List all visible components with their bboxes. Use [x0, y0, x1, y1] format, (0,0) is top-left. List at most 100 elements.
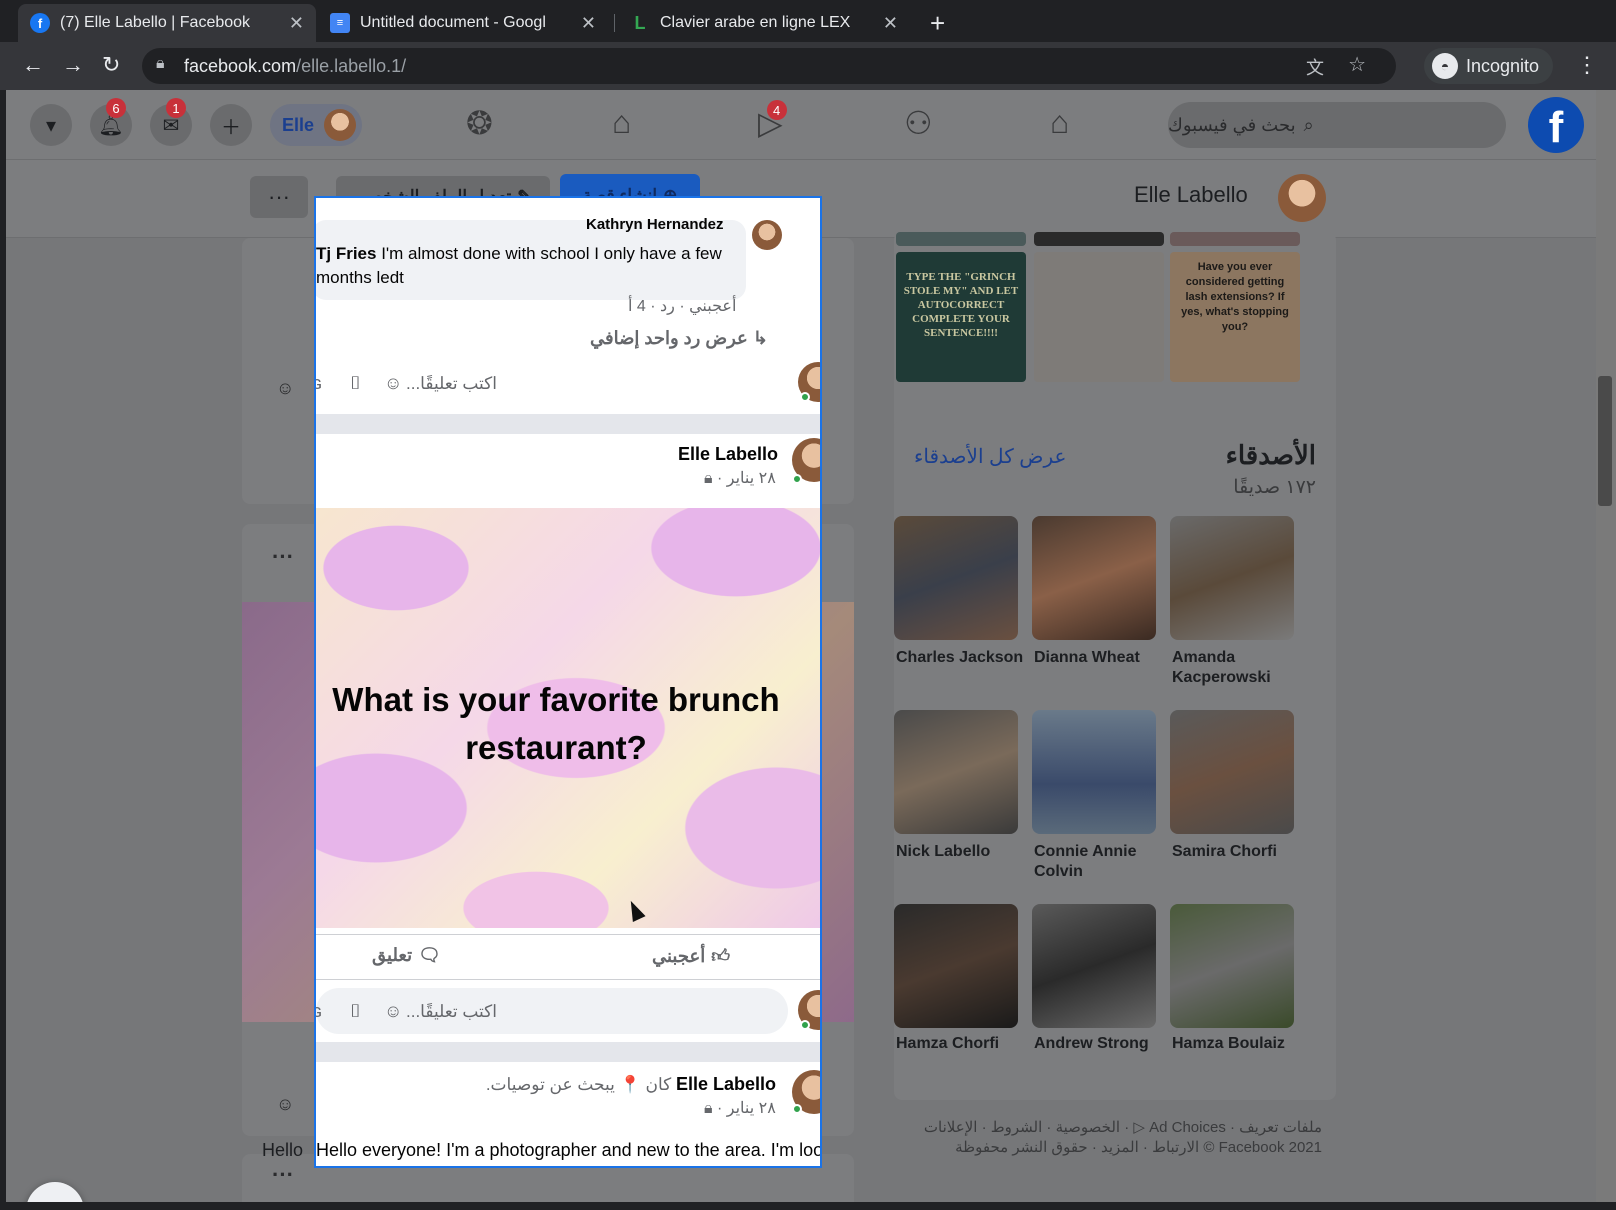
friend-name[interactable]: Hamza Boulaiz: [1172, 1034, 1302, 1054]
post-question-text: What is your favorite brunch restaurant?: [332, 681, 780, 766]
address-bar[interactable]: 🔒︎ facebook.com/elle.labello.1/ 文 ☆: [142, 48, 1396, 84]
post-options-icon[interactable]: ···: [272, 1162, 294, 1188]
friend-name[interactable]: Nick Labello: [896, 842, 1026, 862]
like-button[interactable]: 👍︎ أعجبني: [652, 945, 730, 967]
new-message-button[interactable]: ✎: [26, 1182, 84, 1202]
comment-input[interactable]: اكتب تعليقًا...: [406, 992, 788, 1032]
friend-photo[interactable]: [1170, 516, 1294, 640]
comment-mention[interactable]: Tj Fries: [316, 244, 376, 263]
reload-icon[interactable]: ↻: [102, 52, 120, 78]
forward-arrow-icon[interactable]: →: [62, 52, 84, 78]
browser-tabstrip: f (7) Elle Labello | Facebook ✕ ≡ Untitl…: [0, 0, 1616, 42]
close-tab-icon[interactable]: ✕: [883, 13, 898, 34]
comment-input[interactable]: اكتب تعليقًا...: [406, 364, 788, 404]
tab-google-docs[interactable]: ≡ Untitled document - Googl ✕: [318, 4, 608, 42]
friend-photo[interactable]: [1032, 904, 1156, 1028]
footer-line[interactable]: الارتباط · المزيد · حقوق النشر محفوظة © …: [894, 1138, 1322, 1158]
see-all-friends-link[interactable]: عرض كل الأصدقاء: [914, 444, 1066, 469]
sticker-icon[interactable]: ☺: [276, 378, 294, 399]
post-date: ٢٨ يناير ·: [716, 1100, 776, 1117]
more-replies-label: عرض رد واحد إضافي: [590, 328, 748, 348]
photo-thumbnail[interactable]: TYPE THE "GRINCH STOLE MY" AND LET AUTOC…: [896, 252, 1026, 382]
groups-icon[interactable]: ❂: [466, 104, 493, 142]
comment-actions[interactable]: أعجبني · رد · 4 أ: [628, 296, 736, 316]
post-date: ٢٨ يناير ·: [716, 470, 776, 487]
tab-title: Clavier arabe en ligne LEX: [660, 14, 851, 31]
account-menu-button[interactable]: ▾: [30, 104, 72, 146]
friends-nav-icon[interactable]: ⚇: [904, 104, 933, 142]
post-meta[interactable]: ٢٨ يناير · 🔒︎: [704, 1098, 776, 1118]
watch-icon[interactable]: ▷ 4: [758, 100, 787, 142]
notifications-button[interactable]: 🔔︎ 6: [90, 98, 132, 146]
facebook-page: ▾ 🔔︎ 6 ✉︎ 1 ＋ Elle ❂ ⌂ ▷ 4 ⚇ ⌂ ⌕ بحث في …: [6, 90, 1602, 1202]
friend-photo[interactable]: [1032, 516, 1156, 640]
avatar: [1278, 174, 1326, 222]
marketplace-icon[interactable]: ⌂: [612, 104, 631, 141]
friend-name[interactable]: Charles Jackson: [896, 648, 1026, 668]
notifications-badge: 6: [106, 98, 126, 118]
comment-author[interactable]: Kathryn Hernandez: [586, 216, 724, 233]
gif-icon[interactable]: ɢ: [316, 373, 322, 394]
close-tab-icon[interactable]: ✕: [289, 13, 304, 34]
post-author[interactable]: Elle Labello: [676, 1074, 776, 1094]
friend-photo[interactable]: [894, 516, 1018, 640]
page-scrollbar[interactable]: [1596, 90, 1616, 1202]
friend-name[interactable]: Connie Annie Colvin: [1034, 842, 1164, 882]
new-tab-button[interactable]: +: [930, 8, 945, 39]
tab-lexilogos[interactable]: L Clavier arabe en ligne LEX ✕: [618, 4, 910, 42]
translate-icon[interactable]: 文: [1306, 54, 1324, 80]
photo-thumbnail[interactable]: [1034, 252, 1164, 382]
post-meta[interactable]: ٢٨ يناير · 🔒︎: [704, 468, 776, 488]
photo-thumbnail[interactable]: [896, 232, 1026, 246]
friend-name[interactable]: Amanda Kacperowski: [1172, 648, 1302, 688]
friends-card: الأصدقاء ١٧٢ صديقًا عرض كل الأصدقاء Char…: [894, 420, 1336, 1100]
comment-placeholder: اكتب تعليقًا...: [406, 374, 498, 393]
home-icon[interactable]: ⌂: [1050, 104, 1069, 141]
emoji-icon[interactable]: ☺: [384, 373, 402, 394]
emoji-icon[interactable]: ☺: [384, 1001, 402, 1022]
browser-menu-icon[interactable]: ⋮: [1576, 52, 1598, 78]
profile-more-button[interactable]: ···: [250, 176, 308, 218]
avatar[interactable]: [752, 220, 782, 250]
friend-photo[interactable]: [894, 904, 1018, 1028]
tab-facebook[interactable]: f (7) Elle Labello | Facebook ✕: [18, 4, 316, 42]
photo-thumbnail[interactable]: [1170, 232, 1300, 246]
friend-name[interactable]: Andrew Strong: [1034, 1034, 1164, 1054]
post-divider: [316, 414, 820, 434]
caret-down-icon: ▾: [45, 114, 57, 137]
sticker-icon[interactable]: ☺: [276, 1094, 294, 1115]
photo-thumbnail[interactable]: [1034, 232, 1164, 246]
create-button[interactable]: ＋: [210, 104, 252, 146]
friend-name[interactable]: Samira Chorfi: [1172, 842, 1302, 862]
footer-line[interactable]: الخصوصية · الشروط · الإعلانات · ▷ Ad Cho…: [894, 1118, 1322, 1138]
profile-shortcut[interactable]: Elle: [270, 104, 362, 146]
url-path: /elle.labello.1/: [296, 55, 407, 76]
view-more-replies-link[interactable]: ↳ عرض رد واحد إضافي: [590, 328, 768, 349]
online-indicator: [792, 1104, 802, 1114]
camera-icon[interactable]: ⌷: [350, 1001, 361, 1022]
facebook-search-input[interactable]: ⌕ بحث في فيسبوك: [1168, 102, 1506, 148]
facebook-favicon-icon: f: [30, 13, 50, 33]
scrollbar-thumb[interactable]: [1598, 376, 1612, 506]
friend-name[interactable]: Dianna Wheat: [1034, 648, 1164, 668]
friend-photo[interactable]: [1170, 710, 1294, 834]
incognito-icon: ◓: [1432, 53, 1458, 79]
camera-icon[interactable]: ⌷: [350, 373, 361, 394]
messenger-button[interactable]: ✉︎ 1: [150, 98, 192, 146]
facebook-logo-icon[interactable]: f: [1528, 97, 1584, 153]
friend-photo[interactable]: [894, 710, 1018, 834]
post-author[interactable]: Elle Labello: [678, 444, 778, 465]
gif-icon[interactable]: ɢ: [316, 1001, 322, 1022]
close-tab-icon[interactable]: ✕: [581, 13, 596, 34]
photo-thumbnail[interactable]: Have you ever considered getting lash ex…: [1170, 252, 1300, 382]
bookmark-star-icon[interactable]: ☆: [1348, 52, 1366, 77]
friend-photo[interactable]: [1032, 710, 1156, 834]
post-background-image[interactable]: What is your favorite brunch restaurant?: [316, 508, 820, 928]
privacy-lock-icon: 🔒︎: [704, 1100, 713, 1117]
incognito-indicator[interactable]: ◓ Incognito: [1424, 48, 1554, 84]
friend-name[interactable]: Hamza Chorfi: [896, 1034, 1026, 1054]
post-options-icon[interactable]: ···: [272, 544, 294, 570]
comment-button[interactable]: 🗨︎ تعليق: [372, 945, 441, 966]
back-arrow-icon[interactable]: ←: [22, 52, 44, 78]
friend-photo[interactable]: [1170, 904, 1294, 1028]
